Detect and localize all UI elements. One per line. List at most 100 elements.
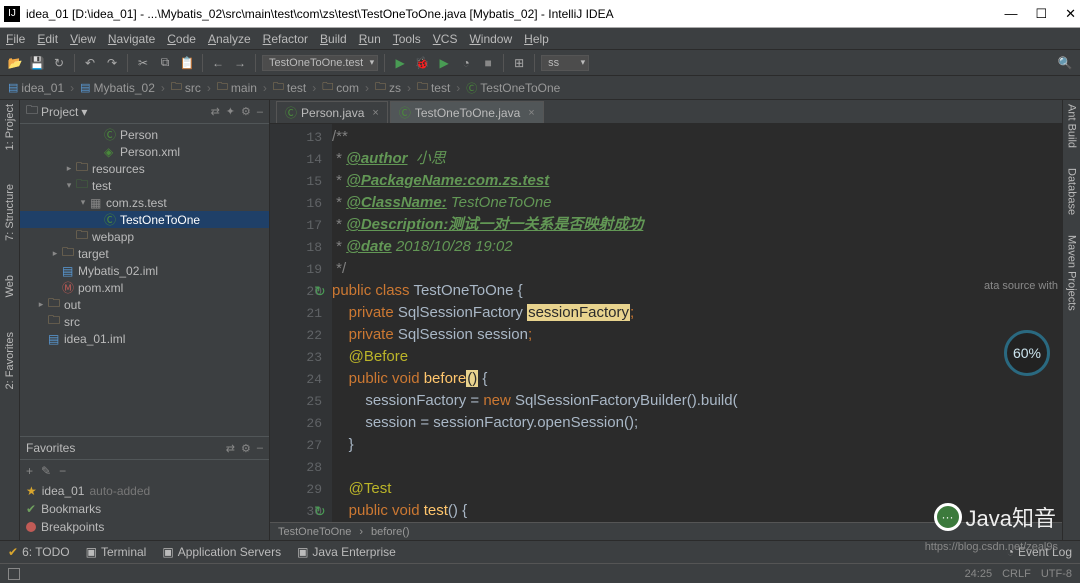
tree-row[interactable]: ▤Mybatis_02.iml (20, 262, 269, 279)
tree-row[interactable]: ⒸTestOneToOne (20, 211, 269, 228)
breadcrumb-item[interactable]: ▤idea_01 (8, 81, 64, 95)
tool-ant[interactable]: Ant Build (1066, 104, 1078, 148)
cut-icon[interactable]: ✂ (134, 54, 152, 72)
code-line[interactable]: * @author 小思 (332, 148, 1062, 170)
code-line[interactable]: @Before (332, 346, 1062, 368)
menu-vcs[interactable]: VCS (433, 32, 458, 46)
stop-icon[interactable]: ■ (479, 54, 497, 72)
menu-run[interactable]: Run (359, 32, 381, 46)
bc-class[interactable]: TestOneToOne (278, 526, 351, 538)
open-icon[interactable]: 📂 (6, 54, 24, 72)
menu-file[interactable]: File (6, 32, 25, 46)
breadcrumb-item[interactable]: 🗀main (217, 78, 257, 97)
encoding[interactable]: UTF-8 (1041, 568, 1072, 580)
fav-edit-icon[interactable]: ✎ (41, 464, 51, 482)
code-line[interactable]: * @ClassName: TestOneToOne (332, 192, 1062, 214)
code-line[interactable]: session = sessionFactory.openSession(); (332, 412, 1062, 434)
minimize-button[interactable]: — (1004, 6, 1017, 21)
sync-icon[interactable]: ↻ (50, 54, 68, 72)
fav-gear-icon[interactable]: ⚙ (241, 442, 251, 455)
profile-icon[interactable]: ◔ (457, 54, 475, 72)
favorite-item[interactable]: Breakpoints (20, 518, 269, 536)
forward-icon[interactable]: → (231, 54, 249, 72)
structure-icon[interactable]: ⊞ (510, 54, 528, 72)
tool-terminal[interactable]: ▣Terminal (86, 545, 147, 559)
code-line[interactable]: private SqlSession session; (332, 324, 1062, 346)
menu-refactor[interactable]: Refactor (263, 32, 308, 46)
memory-gauge[interactable]: 60% (1004, 330, 1050, 376)
hide-icon[interactable]: – (257, 106, 263, 118)
tree-row[interactable]: ⒸPerson (20, 126, 269, 143)
code-text[interactable]: /** * @author 小思 * @PackageName:com.zs.t… (332, 124, 1062, 522)
fav-add-icon[interactable]: + (26, 464, 33, 482)
breadcrumb-item[interactable]: ⒸTestOneToOne (466, 80, 560, 96)
tree-row[interactable]: ▸🗀resources (20, 160, 269, 177)
code-line[interactable]: * @date 2018/10/28 19:02 (332, 236, 1062, 258)
tool-todo[interactable]: ✔6: TODO (8, 545, 70, 559)
tree-row[interactable]: 🗀webapp (20, 228, 269, 245)
breadcrumb-item[interactable]: 🗀src (171, 78, 201, 97)
gear-icon[interactable]: ⚙ (241, 105, 251, 118)
status-box-icon[interactable] (8, 568, 20, 580)
menu-window[interactable]: Window (469, 32, 512, 46)
tree-row[interactable]: 🗀src (20, 313, 269, 330)
menu-view[interactable]: View (70, 32, 96, 46)
tree-expand-icon[interactable]: ⇄ (211, 105, 220, 118)
tool-favorites[interactable]: 2: Favorites (4, 332, 16, 389)
code-line[interactable]: * @PackageName:com.zs.test (332, 170, 1062, 192)
caret-pos[interactable]: 24:25 (965, 568, 993, 580)
breadcrumb-item[interactable]: 🗀test (273, 78, 306, 97)
favorite-item[interactable]: ★idea_01 auto-added (20, 482, 269, 500)
breadcrumb-item[interactable]: ▤Mybatis_02 (80, 81, 155, 95)
redo-icon[interactable]: ↷ (103, 54, 121, 72)
code-line[interactable]: public void before() { (332, 368, 1062, 390)
breadcrumb-item[interactable]: 🗀zs (375, 78, 401, 97)
menu-help[interactable]: Help (524, 32, 549, 46)
line-sep[interactable]: CRLF (1002, 568, 1031, 580)
menu-code[interactable]: Code (167, 32, 196, 46)
code-line[interactable]: sessionFactory = new SqlSessionFactoryBu… (332, 390, 1062, 412)
menu-analyze[interactable]: Analyze (208, 32, 251, 46)
tool-maven[interactable]: Maven Projects (1066, 235, 1078, 311)
code-line[interactable]: * @Description:测试一对一关系是否映射成功 (332, 214, 1062, 236)
tool-database[interactable]: Database (1066, 168, 1078, 215)
editor-tab[interactable]: ⒸTestOneToOne.java× (390, 101, 544, 123)
code-line[interactable]: /** (332, 126, 1062, 148)
save-icon[interactable]: 💾 (28, 54, 46, 72)
menu-edit[interactable]: Edit (37, 32, 58, 46)
tree-row[interactable]: ▸🗀target (20, 245, 269, 262)
code-line[interactable]: @Test (332, 478, 1062, 500)
tool-javaee[interactable]: ▣Java Enterprise (297, 545, 396, 559)
close-button[interactable]: ✕ (1065, 6, 1076, 22)
tree-row[interactable]: ◈Person.xml (20, 143, 269, 160)
other-dropdown[interactable]: ss (541, 55, 589, 71)
undo-icon[interactable]: ↶ (81, 54, 99, 72)
bc-method[interactable]: before() (371, 526, 410, 538)
fav-expand-icon[interactable]: ⇄ (226, 442, 235, 455)
code-line[interactable]: */ (332, 258, 1062, 280)
tree-row[interactable]: ▾🗀test (20, 177, 269, 194)
back-icon[interactable]: ← (209, 54, 227, 72)
breadcrumb-item[interactable]: 🗀test (417, 78, 450, 97)
favorite-item[interactable]: ✔Bookmarks (20, 500, 269, 518)
debug-icon[interactable]: 🐞 (413, 54, 431, 72)
copy-icon[interactable]: ⧉ (156, 54, 174, 72)
code-line[interactable]: public class TestOneToOne { (332, 280, 1062, 302)
code-line[interactable] (332, 456, 1062, 478)
menu-tools[interactable]: Tools (393, 32, 421, 46)
tool-project[interactable]: 1: Project (4, 104, 16, 150)
tree-row[interactable]: ▤idea_01.iml (20, 330, 269, 347)
editor-tab[interactable]: ⒸPerson.java× (276, 101, 388, 123)
tool-appservers[interactable]: ▣Application Servers (162, 545, 281, 559)
close-icon[interactable]: × (372, 107, 378, 119)
menu-navigate[interactable]: Navigate (108, 32, 155, 46)
maximize-button[interactable]: ☐ (1035, 6, 1047, 22)
tree-row[interactable]: ▾▦com.zs.test (20, 194, 269, 211)
breadcrumb-item[interactable]: 🗀com (322, 78, 359, 97)
fav-remove-icon[interactable]: − (59, 464, 66, 482)
close-icon[interactable]: × (528, 107, 534, 119)
code-line[interactable]: } (332, 434, 1062, 456)
tree-icon[interactable]: ✦ (226, 105, 235, 118)
coverage-icon[interactable]: ▶ (435, 54, 453, 72)
tool-web[interactable]: Web (4, 275, 16, 297)
